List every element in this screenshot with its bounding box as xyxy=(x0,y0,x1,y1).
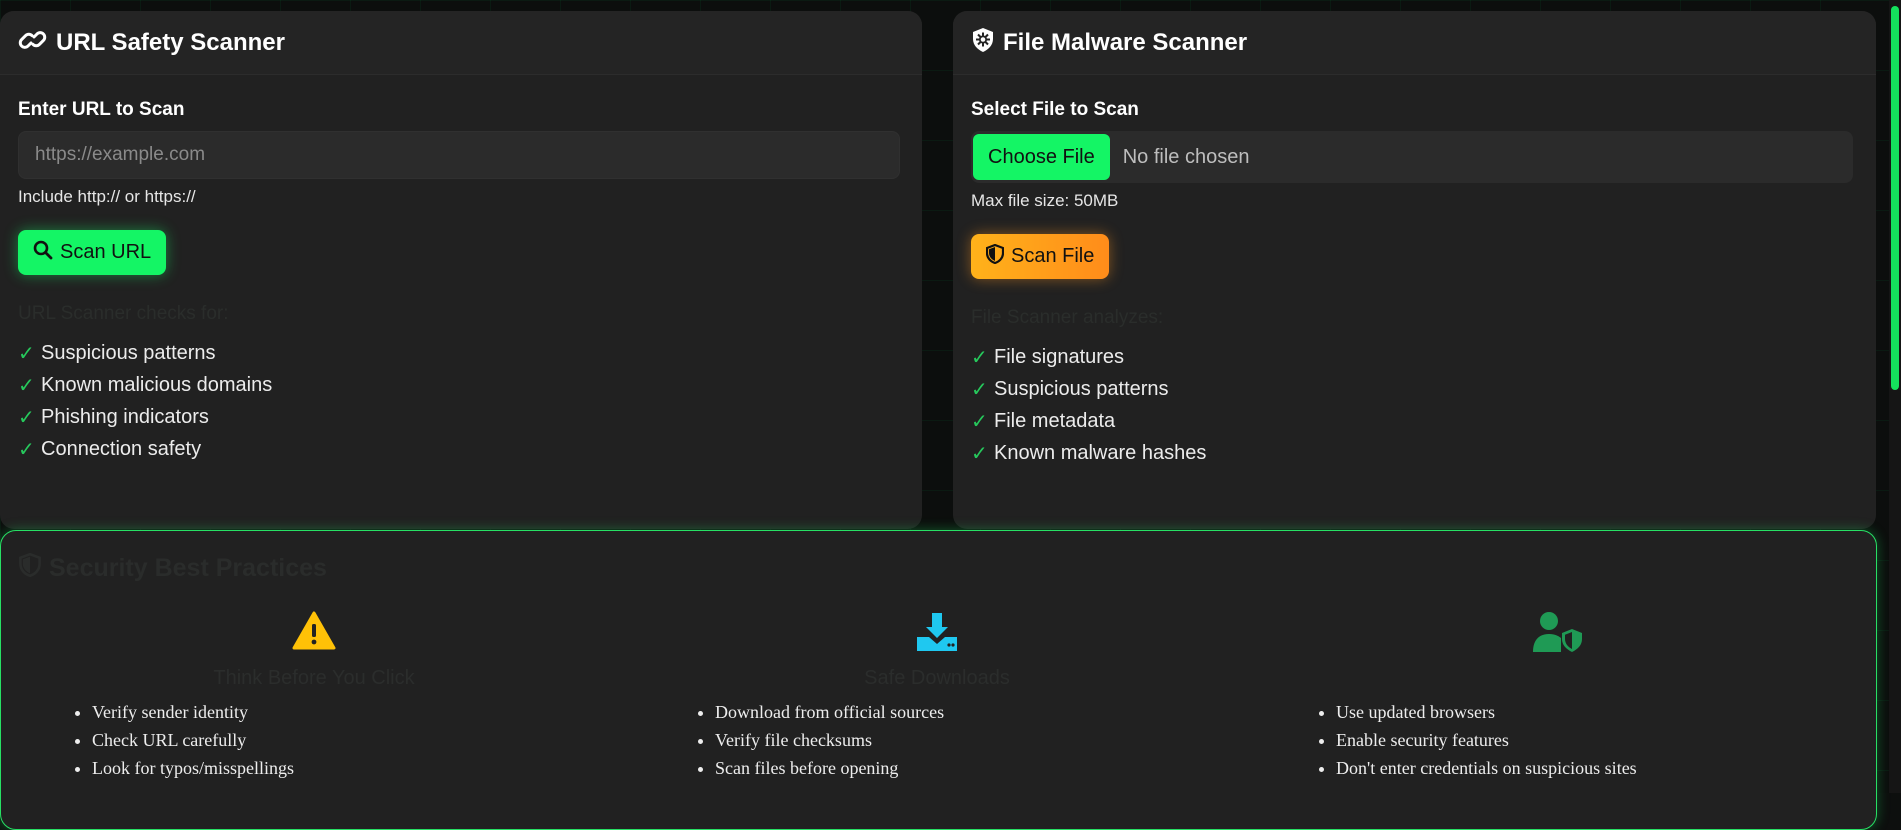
choose-file-button[interactable]: Choose File xyxy=(973,134,1110,180)
check-icon: ✓ xyxy=(971,345,988,370)
file-hint: Max file size: 50MB xyxy=(971,191,1858,211)
url-field-label: Enter URL to Scan xyxy=(18,99,904,121)
list-item: ✓Phishing indicators xyxy=(18,401,904,433)
practice-column-click: Think Before You Click Verify sender ide… xyxy=(34,611,594,786)
security-practices-panel: Security Best Practices Think Before You… xyxy=(0,530,1877,830)
list-item: ✓Known malware hashes xyxy=(971,437,1858,469)
link-icon xyxy=(18,28,48,57)
search-icon xyxy=(33,240,53,266)
scan-url-label: Scan URL xyxy=(60,241,151,264)
scan-url-button[interactable]: Scan URL xyxy=(18,230,166,275)
list-item: Enable security features xyxy=(1336,730,1838,758)
file-field-label: Select File to Scan xyxy=(971,99,1858,121)
shield-virus-icon xyxy=(971,27,995,58)
list-item: Verify file checksums xyxy=(715,730,1217,758)
page-scrollbar[interactable] xyxy=(1889,0,1901,793)
practice-heading xyxy=(1278,667,1838,691)
list-item: Use updated browsers xyxy=(1336,702,1838,730)
check-icon: ✓ xyxy=(971,441,988,466)
list-item: ✓Suspicious patterns xyxy=(18,337,904,369)
scrollbar-thumb[interactable] xyxy=(1891,6,1899,390)
practice-heading: Safe Downloads xyxy=(657,667,1217,691)
list-item: ✓File metadata xyxy=(971,405,1858,437)
check-icon: ✓ xyxy=(18,437,35,462)
warning-icon xyxy=(34,611,594,657)
list-item: Scan files before opening xyxy=(715,758,1217,786)
user-shield-icon xyxy=(1278,611,1838,657)
scan-file-button[interactable]: Scan File xyxy=(971,234,1109,279)
practice-list: Verify sender identity Check URL careful… xyxy=(34,702,594,786)
url-scanner-title: URL Safety Scanner xyxy=(56,29,285,57)
file-scanner-panel: File Malware Scanner Select File to Scan… xyxy=(953,11,1876,529)
practice-heading: Think Before You Click xyxy=(34,667,594,691)
check-icon: ✓ xyxy=(971,377,988,402)
list-item: ✓Suspicious patterns xyxy=(971,373,1858,405)
list-item: Download from official sources xyxy=(715,702,1217,730)
list-item: ✓File signatures xyxy=(971,341,1858,373)
file-checks-heading: File Scanner analyzes: xyxy=(971,307,1858,329)
list-item: ✓Connection safety xyxy=(18,433,904,465)
url-scanner-panel: URL Safety Scanner Enter URL to Scan Inc… xyxy=(0,11,922,529)
file-input[interactable]: Choose File No file chosen xyxy=(971,131,1853,183)
shield-icon xyxy=(19,553,41,584)
file-checks-list: ✓File signatures ✓Suspicious patterns ✓F… xyxy=(971,341,1858,469)
file-scanner-title: File Malware Scanner xyxy=(1003,29,1247,57)
check-icon: ✓ xyxy=(18,341,35,366)
practice-list: Use updated browsers Enable security fea… xyxy=(1278,702,1838,786)
url-checks-heading: URL Scanner checks for: xyxy=(18,303,904,325)
check-icon: ✓ xyxy=(971,409,988,434)
list-item: Verify sender identity xyxy=(92,702,594,730)
download-icon xyxy=(657,611,1217,657)
list-item: ✓Known malicious domains xyxy=(18,369,904,401)
list-item: Look for typos/misspellings xyxy=(92,758,594,786)
practice-column-browsing: Use updated browsers Enable security fea… xyxy=(1278,611,1838,786)
practice-list: Download from official sources Verify fi… xyxy=(657,702,1217,786)
list-item: Check URL carefully xyxy=(92,730,594,758)
check-icon: ✓ xyxy=(18,373,35,398)
practice-column-downloads: Safe Downloads Download from official so… xyxy=(657,611,1217,786)
scan-file-label: Scan File xyxy=(1011,245,1094,268)
list-item: Don't enter credentials on suspicious si… xyxy=(1336,758,1838,786)
file-scanner-header: File Malware Scanner xyxy=(953,11,1876,75)
url-hint: Include http:// or https:// xyxy=(18,187,904,207)
check-icon: ✓ xyxy=(18,405,35,430)
url-scanner-header: URL Safety Scanner xyxy=(0,11,922,75)
url-input[interactable] xyxy=(18,131,900,179)
shield-icon xyxy=(986,244,1004,270)
url-checks-list: ✓Suspicious patterns ✓Known malicious do… xyxy=(18,337,904,465)
file-status-text: No file chosen xyxy=(1123,146,1250,169)
practices-title: Security Best Practices xyxy=(19,553,327,584)
